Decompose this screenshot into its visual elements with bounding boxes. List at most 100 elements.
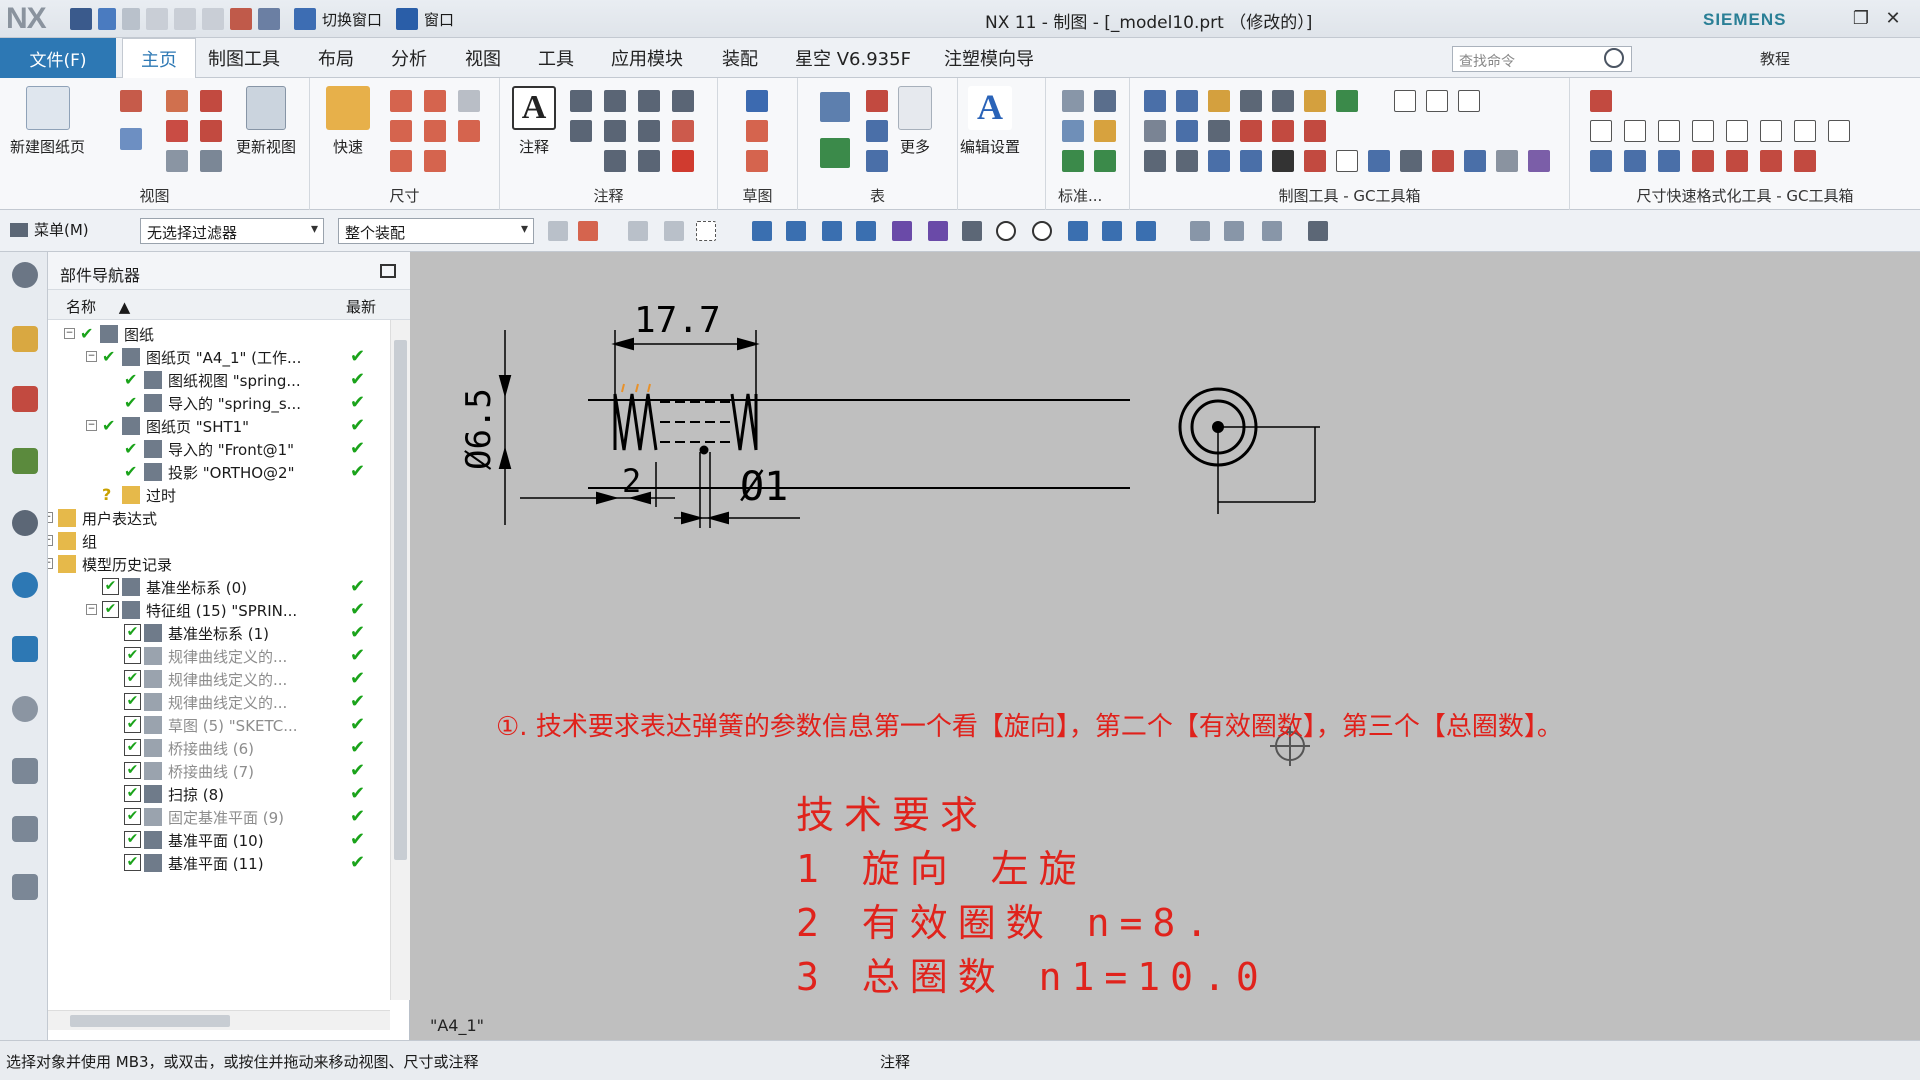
reuse-library-icon[interactable] xyxy=(12,448,38,474)
layout-icon[interactable] xyxy=(1262,221,1282,241)
dim-format-icon-15[interactable] xyxy=(1760,150,1782,172)
checkbox[interactable]: ✔ xyxy=(124,440,141,457)
dim-format-icon-5[interactable] xyxy=(1692,120,1714,142)
dim-format-icon-9[interactable] xyxy=(1828,120,1850,142)
gc-tool-icon-9[interactable] xyxy=(1176,120,1198,142)
standard-icon-1[interactable] xyxy=(1062,90,1084,112)
checkbox[interactable]: ✔ xyxy=(124,785,141,802)
dim-format-icon-4[interactable] xyxy=(1658,120,1680,142)
redo-icon[interactable] xyxy=(122,8,140,30)
orient-icon[interactable] xyxy=(1308,221,1328,241)
scroll-thumb-horizontal[interactable] xyxy=(70,1015,230,1027)
perimeter-dim-icon[interactable] xyxy=(458,90,480,112)
checkbox[interactable]: ✔ xyxy=(124,762,141,779)
tab-xingkong[interactable]: 星空 V6.935F xyxy=(795,38,911,78)
dim-format-icon-10[interactable] xyxy=(1590,150,1612,172)
feature-control-frame-icon[interactable] xyxy=(570,90,592,112)
dimension-diameter-text[interactable]: Ø6.5 xyxy=(459,388,499,470)
part-navigator-icon[interactable] xyxy=(12,386,38,412)
file-menu-tab[interactable]: 文件(F) xyxy=(0,38,116,78)
snap-toggle-icon[interactable] xyxy=(752,221,772,241)
table-edit-icon[interactable] xyxy=(866,150,888,172)
checkbox[interactable]: ✔ xyxy=(124,808,141,825)
switch-window-button[interactable]: 切换窗口 xyxy=(322,9,382,30)
new-sheet-button[interactable]: 新建图纸页 xyxy=(10,86,85,157)
center-mark-icon[interactable] xyxy=(672,90,694,112)
surface-finish-icon[interactable] xyxy=(604,120,626,142)
gc-tool-icon-14[interactable] xyxy=(1144,150,1166,172)
tutorial-button[interactable]: 教程 xyxy=(1760,48,1790,69)
graphics-window[interactable]: 17.7 Ø6.5 2 Ø1 ①. 技术要求表达弹簧的参数信息第一个看【旋向】，… xyxy=(410,252,1920,1040)
maximize-icon[interactable] xyxy=(380,264,396,278)
history-clock-icon[interactable] xyxy=(12,696,38,722)
hole-table-icon[interactable] xyxy=(866,120,888,142)
dim-format-icon-16[interactable] xyxy=(1794,150,1816,172)
navigator-row[interactable]: ✔ 基准平面 (11) ✔ xyxy=(48,849,390,877)
select-icon-4[interactable] xyxy=(664,221,684,241)
assembly-navigator-icon[interactable] xyxy=(12,326,38,352)
search-icon[interactable] xyxy=(1604,48,1624,68)
dim-format-icon-14[interactable] xyxy=(1726,150,1748,172)
standard-icon-5[interactable] xyxy=(1062,150,1084,172)
checkbox[interactable]: ✔ xyxy=(124,394,141,411)
gc-tool-icon-8[interactable] xyxy=(1144,120,1166,142)
collapse-icon[interactable]: − xyxy=(86,351,97,362)
collapse-icon[interactable]: − xyxy=(48,558,53,569)
gc-tool-icon-16[interactable] xyxy=(1208,150,1230,172)
dim-format-icon-1[interactable] xyxy=(1590,90,1612,112)
expand-icon[interactable]: + xyxy=(48,535,53,546)
dim-format-icon-6[interactable] xyxy=(1726,120,1748,142)
snap-curve-icon[interactable] xyxy=(856,221,876,241)
checkbox[interactable]: ✔ xyxy=(80,325,97,342)
view-display-icon[interactable] xyxy=(200,150,222,172)
note-button[interactable]: A 注释 xyxy=(512,86,556,157)
restore-icon[interactable]: ❐ xyxy=(1848,8,1874,29)
tech-req-title[interactable]: 技术要求 xyxy=(796,784,988,839)
gc-tool-icon-13[interactable] xyxy=(1304,120,1326,142)
save-icon[interactable] xyxy=(70,8,92,30)
detail-view-icon[interactable] xyxy=(166,120,188,142)
sketch-rectangle-icon[interactable] xyxy=(746,120,768,142)
gc-tool-icon-3[interactable] xyxy=(1208,90,1230,112)
tab-mold-wizard[interactable]: 注塑模向导 xyxy=(944,38,1034,78)
gc-tool-icon-20[interactable] xyxy=(1336,150,1358,172)
question-icon[interactable]: ? xyxy=(102,486,119,503)
area-fill-icon[interactable] xyxy=(672,150,694,172)
rectangle-select-icon[interactable] xyxy=(696,221,716,241)
standard-icon-3[interactable] xyxy=(1062,120,1084,142)
arc-length-icon[interactable] xyxy=(424,150,446,172)
gc-tool-icon-11[interactable] xyxy=(1240,120,1262,142)
gc-tool-icon-6[interactable] xyxy=(1304,90,1326,112)
settings-gear-icon[interactable] xyxy=(12,262,38,288)
centerline-icon[interactable] xyxy=(638,120,660,142)
spring-end-view[interactable] xyxy=(1178,387,1320,514)
scroll-thumb[interactable] xyxy=(394,340,407,860)
tab-drafting-tools[interactable]: 制图工具 xyxy=(208,38,280,78)
selection-scope-dropdown[interactable]: 整个装配 xyxy=(338,218,534,244)
checkbox[interactable]: ✔ xyxy=(124,624,141,641)
target-point-icon[interactable] xyxy=(638,90,660,112)
rapid-dimension-button[interactable]: 快速 xyxy=(326,86,370,157)
checkbox[interactable]: ✔ xyxy=(124,647,141,664)
linear-dim-icon[interactable] xyxy=(390,90,412,112)
sketch-line-icon[interactable] xyxy=(746,150,768,172)
angular-dim-icon[interactable] xyxy=(390,150,412,172)
gc-tool-icon-18[interactable] xyxy=(1272,150,1294,172)
snap-endpoint-icon[interactable] xyxy=(786,221,806,241)
standard-icon-2[interactable] xyxy=(1094,90,1116,112)
weld-symbol-icon[interactable] xyxy=(604,150,626,172)
visual-report-icon[interactable] xyxy=(12,510,38,536)
snap-perpendicular-icon[interactable] xyxy=(962,221,982,241)
gc-tool-icon-2[interactable] xyxy=(1176,90,1198,112)
undo-icon[interactable] xyxy=(98,8,116,30)
tab-tools[interactable]: 工具 xyxy=(538,38,574,78)
repeat-command-icon[interactable] xyxy=(230,8,252,30)
datum-feature-icon[interactable] xyxy=(570,120,592,142)
menu-button[interactable]: 菜单(M) xyxy=(10,219,89,240)
select-icon-2[interactable] xyxy=(578,221,598,241)
checkbox[interactable]: ✔ xyxy=(124,371,141,388)
section-view-icon[interactable] xyxy=(166,90,188,112)
checkbox[interactable]: ✔ xyxy=(124,716,141,733)
chamfer-dim-icon[interactable] xyxy=(424,90,446,112)
projected-view-icon[interactable] xyxy=(120,128,142,150)
